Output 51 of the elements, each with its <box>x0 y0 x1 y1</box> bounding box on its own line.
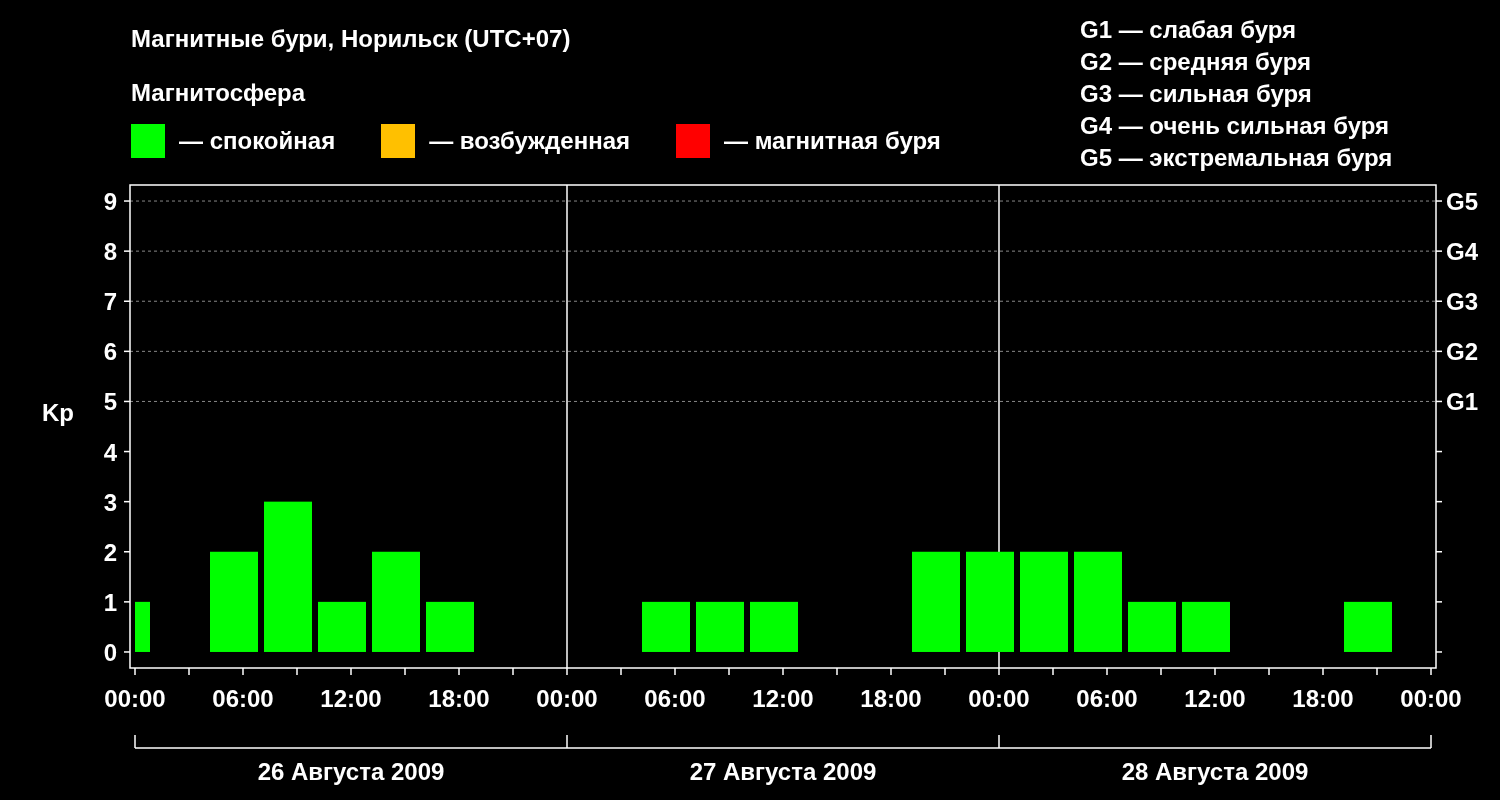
y-tick-label: 2 <box>103 538 117 566</box>
x-tick-label: 12:00 <box>1184 685 1246 712</box>
y-tick-label: 0 <box>103 638 117 666</box>
kp-bar <box>750 601 798 652</box>
y-tick-label: 4 <box>103 438 117 466</box>
x-tick-label: 06:00 <box>644 685 706 712</box>
y-tick-label: 1 <box>103 588 117 616</box>
y-axis-label: Kp <box>42 399 74 427</box>
g-level-label: G2 <box>1446 338 1478 366</box>
scale-entry: G5 — экстремальная буря <box>1080 143 1394 173</box>
kp-bar <box>426 601 474 652</box>
y-tick-label: 5 <box>103 388 117 416</box>
g-level-label: G3 <box>1446 288 1478 316</box>
x-tick-label: 12:00 <box>752 685 814 712</box>
y-tick-label: 6 <box>103 338 117 366</box>
scale-entry: G1 — слабая буря <box>1080 15 1298 45</box>
x-tick-label: 18:00 <box>428 685 490 712</box>
chart-title: Магнитные бури, Норильск (UTC+07) <box>131 24 572 54</box>
x-tick-label: 00:00 <box>1400 685 1462 712</box>
x-tick-label: 18:00 <box>1292 685 1354 712</box>
legend-label: — возбужденная <box>429 127 630 155</box>
legend-label: — магнитная буря <box>724 127 941 155</box>
x-tick-label: 06:00 <box>1076 685 1138 712</box>
x-tick-label: 00:00 <box>104 685 166 712</box>
y-tick-label: 3 <box>103 488 117 516</box>
x-tick-label: 06:00 <box>212 685 274 712</box>
kp-bar <box>1182 601 1230 652</box>
x-tick-label: 00:00 <box>536 685 598 712</box>
g-level-label: G5 <box>1446 188 1478 216</box>
x-tick-label: 00:00 <box>968 685 1030 712</box>
x-tick-label: 12:00 <box>320 685 382 712</box>
kp-bar <box>1344 601 1392 652</box>
kp-bar <box>318 601 366 652</box>
scale-entry: G2 — средняя буря <box>1080 47 1312 77</box>
y-tick-label: 9 <box>103 188 117 216</box>
scale-entry: G3 — сильная буря <box>1080 79 1313 109</box>
y-tick-label: 8 <box>103 238 117 266</box>
kp-bar <box>1128 601 1176 652</box>
day-label: 28 Августа 2009 <box>1121 758 1309 785</box>
scale-entry: G4 — очень сильная буря <box>1080 111 1391 141</box>
day-label: 26 Августа 2009 <box>257 758 445 785</box>
day-label: 27 Августа 2009 <box>689 758 877 785</box>
kp-bar <box>696 601 744 652</box>
x-tick-label: 18:00 <box>860 685 922 712</box>
g-level-label: G4 <box>1446 238 1478 266</box>
legend-title: Магнитосфера <box>131 78 307 108</box>
legend-label: — спокойная <box>179 127 336 155</box>
kp-bar <box>642 601 690 652</box>
y-tick-label: 7 <box>103 288 117 316</box>
kp-bar <box>135 601 150 652</box>
g-level-label: G1 <box>1446 388 1478 416</box>
